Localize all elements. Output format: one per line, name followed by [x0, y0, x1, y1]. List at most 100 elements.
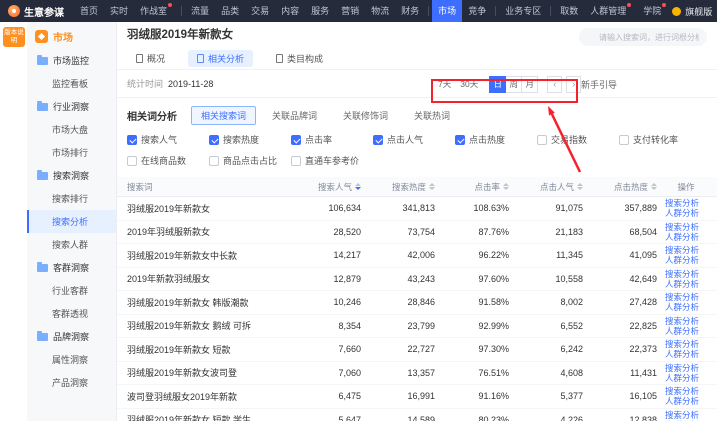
row-action-link[interactable]: 人群分析 — [665, 349, 707, 359]
app-logo[interactable]: 生意参谋 — [0, 4, 74, 19]
filter-checkbox[interactable]: 搜索人气 — [127, 133, 209, 146]
account-area[interactable]: 旗舰版 — [672, 5, 717, 18]
row-action-link[interactable]: 人群分析 — [665, 373, 707, 383]
related-word-tab[interactable]: 关联修饰词 — [333, 106, 398, 125]
column-header[interactable]: 搜索热度 — [361, 181, 435, 193]
checkbox-icon[interactable] — [127, 156, 137, 166]
filter-checkbox[interactable]: 在线商品数 — [127, 154, 209, 167]
column-header[interactable]: 点击人气 — [509, 181, 583, 193]
nav-item[interactable]: 实时 — [104, 0, 134, 22]
sidebar-item[interactable]: 市场监控 — [27, 49, 116, 72]
sidebar-item[interactable]: 客群洞察 — [27, 256, 116, 279]
page-tab[interactable]: 概况 — [127, 50, 174, 67]
nav-item[interactable]: 取数 — [554, 0, 584, 22]
granularity-button[interactable]: 日 — [489, 76, 506, 93]
beginner-guide-link[interactable]: 新手引导 — [581, 78, 617, 91]
row-action-link[interactable]: 搜索分析 — [665, 316, 707, 326]
row-action-link[interactable]: 人群分析 — [665, 279, 707, 289]
row-action-link[interactable]: 搜索分析 — [665, 292, 707, 302]
nav-item[interactable]: 交易 — [245, 0, 275, 22]
row-action-link[interactable]: 搜索分析 — [665, 363, 707, 373]
quick-range-button[interactable]: 7天 — [435, 77, 454, 91]
sidebar-item[interactable]: 搜索分析 — [27, 210, 116, 233]
row-action-link[interactable]: 人群分析 — [665, 255, 707, 265]
nav-item[interactable]: 内容 — [275, 0, 305, 22]
checkbox-icon[interactable] — [127, 135, 137, 145]
page-tab[interactable]: 类目构成 — [267, 50, 332, 67]
related-word-tab[interactable]: 关联品牌词 — [262, 106, 327, 125]
row-action-link[interactable]: 搜索分析 — [665, 269, 707, 279]
related-word-tab[interactable]: 关联热词 — [404, 106, 460, 125]
nav-divider — [181, 6, 182, 16]
row-action-link[interactable]: 搜索分析 — [665, 410, 707, 420]
sidebar-item[interactable]: 搜索人群 — [27, 233, 116, 256]
nav-item[interactable]: 竞争 — [462, 0, 492, 22]
filter-checkbox[interactable]: 搜索热度 — [209, 133, 291, 146]
table-header: 搜索词搜索人气搜索热度点击率点击人气点击热度操作 — [117, 177, 717, 197]
nav-item[interactable]: 学院 — [637, 0, 672, 22]
checkbox-icon[interactable] — [209, 135, 219, 145]
sidebar-item[interactable]: 市场大盘 — [27, 118, 116, 141]
page-tab[interactable]: 相关分析 — [188, 50, 253, 67]
filter-checkbox[interactable]: 点击率 — [291, 133, 373, 146]
nav-item[interactable]: 服务 — [305, 0, 335, 22]
sidebar-item[interactable]: 客群透视 — [27, 302, 116, 325]
filter-checkbox[interactable]: 支付转化率 — [619, 133, 701, 146]
sidebar-item-label: 市场监控 — [53, 54, 89, 67]
filter-checkbox[interactable]: 商品点击占比 — [209, 154, 291, 167]
nav-item[interactable]: 物流 — [365, 0, 395, 22]
column-header[interactable]: 点击率 — [435, 181, 509, 193]
sidebar-item[interactable]: 监控看板 — [27, 72, 116, 95]
sidebar-item[interactable]: 属性洞察 — [27, 348, 116, 371]
sidebar-item[interactable]: 搜索洞察 — [27, 164, 116, 187]
checkbox-icon[interactable] — [619, 135, 629, 145]
nav-item[interactable]: 首页 — [74, 0, 104, 22]
sidebar-item[interactable]: 行业客群 — [27, 279, 116, 302]
column-header[interactable]: 点击热度 — [583, 181, 657, 193]
sidebar-item[interactable]: 搜索排行 — [27, 187, 116, 210]
row-action-link[interactable]: 搜索分析 — [665, 386, 707, 396]
checkbox-icon[interactable] — [537, 135, 547, 145]
nav-item[interactable]: 营销 — [335, 0, 365, 22]
sidebar-item[interactable]: 产品洞察 — [27, 371, 116, 394]
checkbox-icon[interactable] — [291, 135, 301, 145]
nav-item[interactable]: 市场 — [432, 0, 462, 22]
row-action-link[interactable]: 搜索分析 — [665, 198, 707, 208]
nav-item[interactable]: 人群管理 — [584, 0, 637, 22]
row-action-link[interactable]: 搜索分析 — [665, 222, 707, 232]
nav-item[interactable]: 财务 — [395, 0, 425, 22]
checkbox-icon[interactable] — [455, 135, 465, 145]
next-date-button[interactable]: › — [566, 76, 581, 93]
granularity-button[interactable]: 月 — [521, 76, 538, 93]
stats-date-value[interactable]: 2019-11-28 — [168, 79, 213, 89]
filter-checkbox[interactable]: 交易指数 — [537, 133, 619, 146]
related-word-tab[interactable]: 相关搜索词 — [191, 106, 256, 125]
table-row: 2019年羽绒服新款女28,52073,75487.76%21,18368,50… — [117, 221, 717, 245]
checkbox-icon[interactable] — [373, 135, 383, 145]
granularity-button[interactable]: 周 — [505, 76, 522, 93]
filter-checkbox[interactable]: 点击人气 — [373, 133, 455, 146]
row-action-link[interactable]: 人群分析 — [665, 326, 707, 336]
prev-date-button[interactable]: ‹ — [547, 76, 562, 93]
sidebar-item[interactable]: 市场排行 — [27, 141, 116, 164]
nav-item[interactable]: 作战室 — [134, 0, 178, 22]
row-action-link[interactable]: 人群分析 — [665, 208, 707, 218]
row-action-link[interactable]: 人群分析 — [665, 396, 707, 406]
keyword-search-input[interactable] — [579, 28, 707, 46]
nav-item[interactable]: 流量 — [185, 0, 215, 22]
column-header[interactable]: 搜索人气 — [287, 181, 361, 193]
filter-checkbox[interactable]: 直通车参考价 — [291, 154, 373, 167]
row-action-link[interactable]: 人群分析 — [665, 302, 707, 312]
filter-checkbox[interactable]: 点击热度 — [455, 133, 537, 146]
quick-range-button[interactable]: 30天 — [457, 77, 481, 91]
sidebar-item[interactable]: 行业洞察 — [27, 95, 116, 118]
sidebar-item[interactable]: 品牌洞察 — [27, 325, 116, 348]
version-notes-tag[interactable]: 版本说明 — [3, 27, 25, 47]
row-action-link[interactable]: 搜索分析 — [665, 339, 707, 349]
checkbox-icon[interactable] — [291, 156, 301, 166]
row-action-link[interactable]: 搜索分析 — [665, 245, 707, 255]
row-action-link[interactable]: 人群分析 — [665, 232, 707, 242]
nav-item[interactable]: 业务专区 — [499, 0, 547, 22]
checkbox-icon[interactable] — [209, 156, 219, 166]
nav-item[interactable]: 品类 — [215, 0, 245, 22]
